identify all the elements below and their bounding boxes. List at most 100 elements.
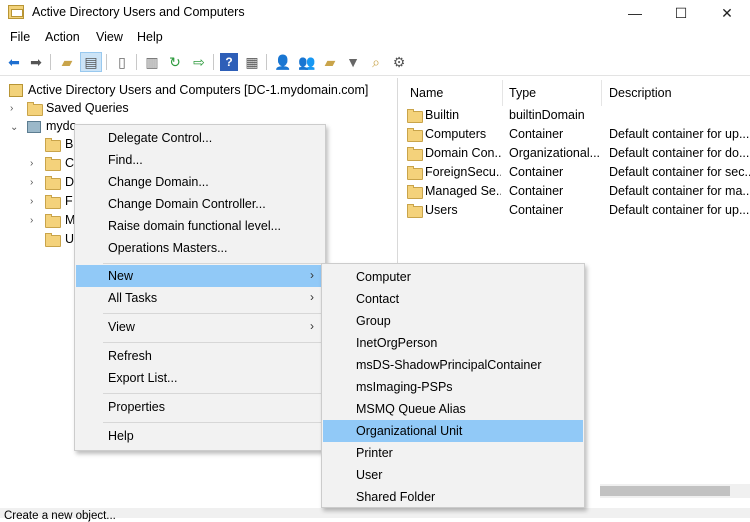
- chevron-right-icon[interactable]: ›: [30, 215, 33, 226]
- submenu-item-organizational-unit[interactable]: Organizational Unit: [323, 420, 583, 442]
- back-icon[interactable]: ⬅: [5, 53, 23, 71]
- submenu-item-shadow-principal[interactable]: msDS-ShadowPrincipalContainer: [323, 354, 583, 376]
- column-header-type[interactable]: Type: [509, 86, 536, 100]
- menu-item-properties[interactable]: Properties: [76, 396, 324, 418]
- folder-icon: [45, 233, 61, 247]
- row-name: Users: [425, 203, 458, 217]
- menu-item-delegate-control[interactable]: Delegate Control...: [76, 127, 324, 149]
- filter-icon[interactable]: ▼: [344, 53, 362, 71]
- menu-separator: [103, 422, 321, 423]
- submenu-item-msimaging[interactable]: msImaging-PSPs: [323, 376, 583, 398]
- properties-icon[interactable]: ▯: [113, 53, 131, 71]
- submenu-item-printer[interactable]: Printer: [323, 442, 583, 464]
- menu-item-raise-level[interactable]: Raise domain functional level...: [76, 215, 324, 237]
- menu-item-change-dc[interactable]: Change Domain Controller...: [76, 193, 324, 215]
- tree-saved-queries[interactable]: Saved Queries: [46, 101, 129, 115]
- find-icon[interactable]: ⌕: [367, 53, 385, 71]
- menu-file[interactable]: File: [10, 30, 30, 44]
- row-type: Organizational...: [509, 146, 601, 160]
- chevron-right-icon[interactable]: ›: [30, 177, 33, 188]
- chevron-right-icon: ›: [310, 268, 314, 282]
- minimize-button[interactable]: —: [612, 0, 658, 26]
- row-name: Computers: [425, 127, 487, 141]
- toolbar-separator: [106, 54, 107, 70]
- menu-item-find[interactable]: Find...: [76, 149, 324, 171]
- chevron-right-icon: ›: [310, 290, 314, 304]
- window-title: Active Directory Users and Computers: [32, 5, 245, 19]
- row-description: Default container for up...: [609, 127, 750, 141]
- tree-child-users[interactable]: U: [65, 232, 74, 246]
- submenu-item-inetorgperson[interactable]: InetOrgPerson: [323, 332, 583, 354]
- menu-view[interactable]: View: [96, 30, 123, 44]
- column-separator[interactable]: [502, 80, 503, 106]
- toolbar: ⬅ ➡ ▰ ▤ ▯ ▥ ↻ ⇨ ? ▦ 👤 👥 ▰ ▼ ⌕ ⚙: [0, 48, 750, 76]
- toolbar-separator: [213, 54, 214, 70]
- menu-item-new[interactable]: New ›: [76, 265, 324, 287]
- help-icon[interactable]: ?: [220, 53, 238, 71]
- menu-item-export-list[interactable]: Export List...: [76, 367, 324, 389]
- menu-help[interactable]: Help: [137, 30, 163, 44]
- folder-icon: [407, 109, 423, 123]
- tree-child-foreign[interactable]: F: [65, 194, 73, 208]
- menu-item-change-domain[interactable]: Change Domain...: [76, 171, 324, 193]
- chevron-right-icon[interactable]: ›: [30, 196, 33, 207]
- refresh-icon[interactable]: ↻: [166, 53, 184, 71]
- submenu-item-shared-folder[interactable]: Shared Folder: [323, 486, 583, 508]
- folder-icon: [45, 176, 61, 190]
- folder-icon: [27, 102, 43, 116]
- chevron-right-icon[interactable]: ›: [10, 103, 13, 114]
- tree-root[interactable]: Active Directory Users and Computers [DC…: [28, 83, 368, 97]
- menu-bar: File Action View Help: [0, 26, 750, 48]
- row-type: builtinDomain: [509, 108, 585, 122]
- delegate-icon[interactable]: ⚙: [390, 53, 408, 71]
- scrollbar-thumb[interactable]: [600, 486, 730, 496]
- submenu-item-user[interactable]: User: [323, 464, 583, 486]
- maximize-button[interactable]: ☐: [658, 0, 704, 26]
- submenu-item-msmq-alias[interactable]: MSMQ Queue Alias: [323, 398, 583, 420]
- new-ou-icon[interactable]: ▰: [321, 53, 339, 71]
- ou-folder-icon: [407, 147, 423, 161]
- row-description: Default container for up...: [609, 203, 750, 217]
- new-group-icon[interactable]: 👥: [298, 53, 316, 71]
- chevron-down-icon[interactable]: ⌄: [10, 122, 18, 133]
- mmc-icon[interactable]: ▦: [243, 53, 261, 71]
- toolbar-separator: [50, 54, 51, 70]
- menu-item-refresh[interactable]: Refresh: [76, 345, 324, 367]
- list-icon[interactable]: ▥: [143, 53, 161, 71]
- menu-action[interactable]: Action: [45, 30, 80, 44]
- tree-child-computers[interactable]: C: [65, 156, 74, 170]
- up-folder-icon[interactable]: ▰: [58, 53, 76, 71]
- close-button[interactable]: ✕: [704, 0, 750, 26]
- submenu-item-contact[interactable]: Contact: [323, 288, 583, 310]
- toolbar-separator: [136, 54, 137, 70]
- folder-icon: [407, 166, 423, 180]
- chevron-right-icon: ›: [310, 319, 314, 333]
- tree-child-domain-controllers[interactable]: D: [65, 175, 74, 189]
- menu-item-view[interactable]: View ›: [76, 316, 324, 338]
- row-description: Default container for sec...: [609, 165, 750, 179]
- show-tree-icon[interactable]: ▤: [80, 52, 102, 72]
- folder-icon: [45, 195, 61, 209]
- tree-domain[interactable]: mydo: [46, 119, 77, 133]
- menu-item-all-tasks[interactable]: All Tasks ›: [76, 287, 324, 309]
- new-user-icon[interactable]: 👤: [274, 53, 292, 71]
- column-separator[interactable]: [601, 80, 602, 106]
- folder-icon: [45, 214, 61, 228]
- aduc-app-icon: [8, 5, 24, 19]
- folder-icon: [407, 185, 423, 199]
- row-name: ForeignSecu...: [425, 165, 501, 179]
- folder-icon: [407, 128, 423, 142]
- menu-item-operations-masters[interactable]: Operations Masters...: [76, 237, 324, 259]
- submenu-item-computer[interactable]: Computer: [323, 266, 583, 288]
- forward-icon[interactable]: ➡: [27, 53, 45, 71]
- column-header-description[interactable]: Description: [609, 86, 672, 100]
- export-icon[interactable]: ⇨: [190, 53, 208, 71]
- row-description: Default container for ma...: [609, 184, 750, 198]
- chevron-right-icon[interactable]: ›: [30, 158, 33, 169]
- menu-separator: [103, 263, 321, 264]
- column-header-name[interactable]: Name: [410, 86, 443, 100]
- menu-item-help[interactable]: Help: [76, 425, 324, 447]
- tree-child-builtin[interactable]: B: [65, 137, 73, 151]
- row-type: Container: [509, 165, 564, 179]
- submenu-item-group[interactable]: Group: [323, 310, 583, 332]
